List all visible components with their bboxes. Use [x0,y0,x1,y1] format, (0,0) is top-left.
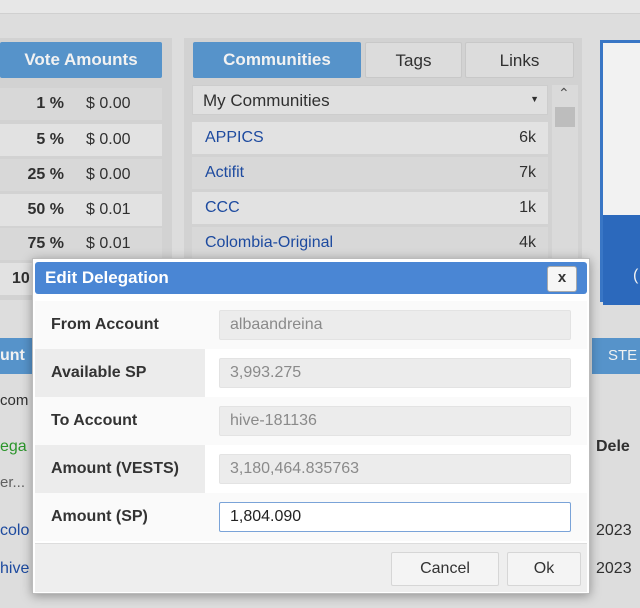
to-account-field[interactable]: hive-181136 [219,406,571,436]
field-row-from-account: From Account albaandreina [35,301,587,349]
from-account-label: From Account [51,316,159,333]
ok-button[interactable]: Ok [507,552,581,586]
amount-sp-label: Amount (SP) [51,508,148,525]
close-button[interactable]: x [547,266,577,292]
dialog-title-bar[interactable]: Edit Delegation x [35,262,587,294]
field-row-amount-sp: Amount (SP) 1,804.090 [35,493,587,541]
available-sp-field[interactable]: 3,993.275 [219,358,571,388]
dialog-title: Edit Delegation [45,268,169,287]
field-row-available-sp: Available SP 3,993.275 [35,349,587,397]
amount-vests-label: Amount (VESTS) [51,460,179,477]
from-account-field[interactable]: albaandreina [219,310,571,340]
cancel-button[interactable]: Cancel [391,552,499,586]
field-row-to-account: To Account hive-181136 [35,397,587,445]
to-account-label: To Account [51,412,138,429]
amount-vests-field[interactable]: 3,180,464.835763 [219,454,571,484]
amount-sp-input[interactable]: 1,804.090 [219,502,571,532]
available-sp-label: Available SP [51,364,147,381]
dialog-footer: Cancel Ok [35,543,587,592]
edit-delegation-dialog: Edit Delegation x From Account albaandre… [32,258,590,594]
field-row-amount-vests: Amount (VESTS) 3,180,464.835763 [35,445,587,493]
